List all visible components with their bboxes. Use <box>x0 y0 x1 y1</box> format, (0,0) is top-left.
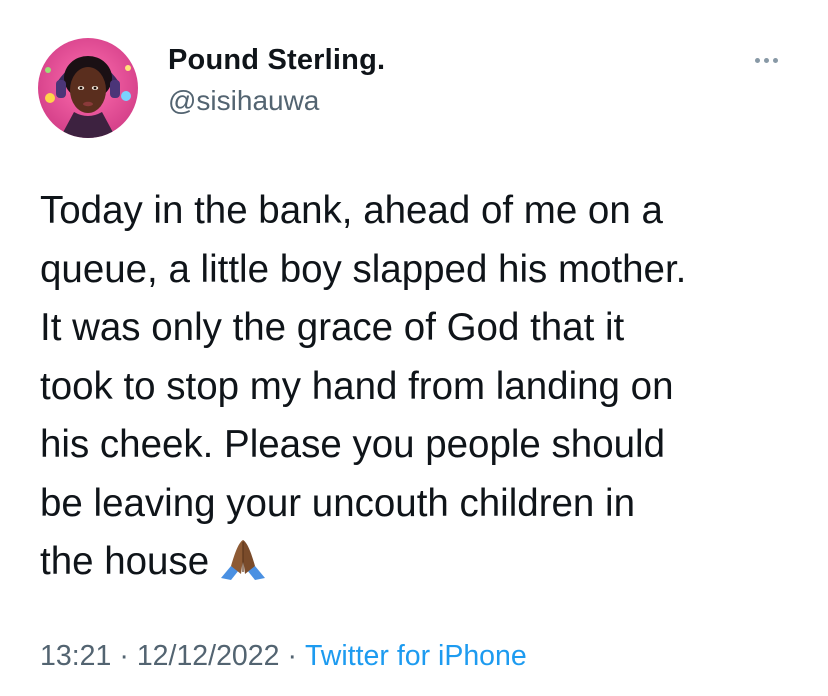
tweet-line: took to stop my hand from landing on <box>40 364 674 408</box>
avatar[interactable] <box>38 38 138 138</box>
tweet-line: queue, a little boy slapped his mother. <box>40 247 687 291</box>
display-name[interactable]: Pound Sterling. <box>168 44 385 77</box>
tweet-meta: 13:21 · 12/12/2022 · Twitter for iPhone <box>40 640 527 673</box>
username-handle[interactable]: @sisihauwa <box>168 85 385 117</box>
tweet-header: Pound Sterling. @sisihauwa <box>38 38 828 138</box>
author-names: Pound Sterling. @sisihauwa <box>168 44 385 117</box>
tweet-text: Today in the bank, ahead of me on a queu… <box>40 182 810 598</box>
more-dot <box>755 58 760 63</box>
tweet-line-text: the house <box>40 540 210 583</box>
more-options-icon[interactable] <box>747 52 787 72</box>
tweet-line: his cheek. Please you people should <box>40 423 665 466</box>
more-dot <box>764 58 769 63</box>
folded-hands-emoji-icon <box>217 538 269 598</box>
tweet-line: be leaving your uncouth children in <box>40 481 636 525</box>
tweet-line: Today in the bank, ahead of me on a <box>40 189 663 232</box>
tweet-line: It was only the grace of God that it <box>40 306 625 349</box>
source-link[interactable]: Twitter for iPhone <box>305 640 527 672</box>
tweet-date[interactable]: 12/12/2022 <box>137 640 280 672</box>
more-dot <box>773 58 778 63</box>
tweet-time[interactable]: 13:21 <box>40 640 111 672</box>
separator: · <box>287 640 297 672</box>
tweet-line-last: the house <box>40 533 810 598</box>
separator: · <box>119 640 129 672</box>
